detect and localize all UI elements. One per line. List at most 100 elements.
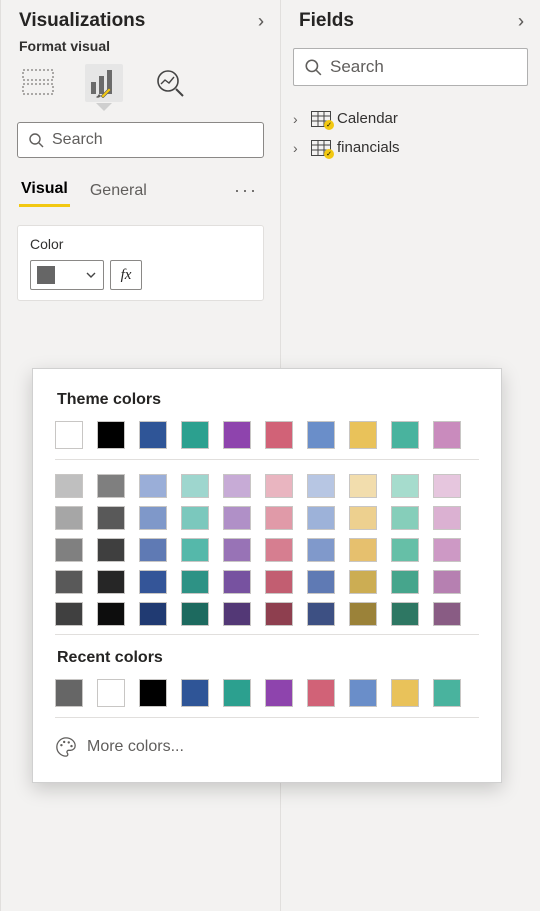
color-swatch[interactable]	[223, 602, 251, 626]
color-swatch[interactable]	[97, 679, 125, 707]
color-swatch[interactable]	[307, 679, 335, 707]
tab-overflow-button[interactable]: ···	[234, 180, 262, 201]
build-visual-tab-icon[interactable]	[19, 64, 57, 102]
color-swatch[interactable]	[433, 679, 461, 707]
more-colors-label: More colors...	[87, 738, 184, 756]
tab-visual[interactable]: Visual	[19, 174, 70, 207]
color-swatch[interactable]	[265, 421, 293, 449]
color-swatch[interactable]	[55, 474, 83, 498]
color-swatch[interactable]	[433, 421, 461, 449]
table-icon: ✓	[311, 140, 331, 156]
color-label: Color	[30, 236, 251, 260]
theme-colors-heading: Theme colors	[57, 391, 477, 409]
color-swatch[interactable]	[265, 538, 293, 562]
color-swatch[interactable]	[307, 421, 335, 449]
color-swatch[interactable]	[265, 679, 293, 707]
color-swatch[interactable]	[223, 570, 251, 594]
format-visual-tab-icon[interactable]	[85, 64, 123, 102]
color-swatch[interactable]	[55, 602, 83, 626]
color-swatch[interactable]	[97, 506, 125, 530]
color-swatch[interactable]	[97, 474, 125, 498]
color-swatch[interactable]	[223, 474, 251, 498]
fx-button[interactable]: fx	[110, 260, 142, 290]
color-swatch[interactable]	[391, 602, 419, 626]
color-swatch[interactable]	[223, 538, 251, 562]
color-swatch[interactable]	[349, 538, 377, 562]
color-swatch[interactable]	[349, 570, 377, 594]
color-picker-popout: Theme colors Recent colors More colors..…	[32, 368, 502, 783]
tab-general[interactable]: General	[88, 176, 149, 206]
color-swatch[interactable]	[181, 506, 209, 530]
color-swatch[interactable]	[139, 602, 167, 626]
color-swatch[interactable]	[307, 570, 335, 594]
color-swatch[interactable]	[433, 506, 461, 530]
color-swatch[interactable]	[139, 570, 167, 594]
analytics-tab-icon[interactable]	[151, 64, 189, 102]
color-swatch[interactable]	[181, 602, 209, 626]
color-swatch[interactable]	[391, 538, 419, 562]
collapse-viz-pane-button[interactable]: ››	[258, 11, 264, 32]
paint-chart-icon	[89, 68, 119, 98]
color-swatch[interactable]	[97, 602, 125, 626]
chevron-down-icon	[85, 269, 97, 281]
color-swatch[interactable]	[349, 474, 377, 498]
color-swatch[interactable]	[265, 474, 293, 498]
format-visual-subhead: Format visual	[1, 38, 280, 60]
color-swatch[interactable]	[55, 570, 83, 594]
color-swatch[interactable]	[349, 506, 377, 530]
color-swatch[interactable]	[55, 538, 83, 562]
color-swatch[interactable]	[181, 538, 209, 562]
divider	[55, 459, 479, 460]
color-swatch[interactable]	[433, 602, 461, 626]
color-swatch[interactable]	[433, 474, 461, 498]
color-swatch[interactable]	[181, 570, 209, 594]
color-swatch[interactable]	[307, 474, 335, 498]
color-swatch[interactable]	[391, 421, 419, 449]
fields-search-placeholder: Search	[330, 57, 384, 77]
color-swatch[interactable]	[433, 570, 461, 594]
color-swatch[interactable]	[265, 570, 293, 594]
color-swatch[interactable]	[139, 538, 167, 562]
color-swatch[interactable]	[139, 421, 167, 449]
color-swatch[interactable]	[265, 602, 293, 626]
field-table-item[interactable]: ›✓financials	[289, 133, 532, 162]
color-swatch[interactable]	[349, 679, 377, 707]
color-swatch[interactable]	[181, 679, 209, 707]
color-swatch[interactable]	[55, 506, 83, 530]
collapse-fields-pane-button[interactable]: ››	[518, 11, 524, 32]
color-swatch[interactable]	[391, 679, 419, 707]
color-swatch[interactable]	[223, 679, 251, 707]
field-table-item[interactable]: ›✓Calendar	[289, 104, 532, 133]
color-swatch[interactable]	[181, 474, 209, 498]
color-swatch[interactable]	[181, 421, 209, 449]
color-swatch[interactable]	[55, 679, 83, 707]
color-card: Color fx	[17, 225, 264, 301]
color-swatch[interactable]	[307, 506, 335, 530]
more-colors-button[interactable]: More colors...	[55, 732, 479, 760]
color-swatch[interactable]	[307, 538, 335, 562]
color-swatch[interactable]	[97, 538, 125, 562]
color-swatch[interactable]	[223, 506, 251, 530]
fields-search-input[interactable]: Search	[293, 48, 528, 86]
color-swatch[interactable]	[97, 570, 125, 594]
format-search-input[interactable]: Search	[17, 122, 264, 158]
color-swatch[interactable]	[139, 506, 167, 530]
search-icon	[28, 132, 44, 148]
color-swatch[interactable]	[391, 570, 419, 594]
color-swatch[interactable]	[139, 679, 167, 707]
color-swatch[interactable]	[97, 421, 125, 449]
color-swatch[interactable]	[391, 506, 419, 530]
field-table-name: Calendar	[337, 110, 398, 127]
color-swatch[interactable]	[223, 421, 251, 449]
color-swatch[interactable]	[307, 602, 335, 626]
color-swatch[interactable]	[139, 474, 167, 498]
color-swatch[interactable]	[391, 474, 419, 498]
color-swatch[interactable]	[265, 506, 293, 530]
divider	[55, 634, 479, 635]
color-swatch[interactable]	[433, 538, 461, 562]
color-swatch[interactable]	[55, 421, 83, 449]
color-dropdown[interactable]	[30, 260, 104, 290]
table-grid-icon	[22, 69, 54, 97]
color-swatch[interactable]	[349, 602, 377, 626]
color-swatch[interactable]	[349, 421, 377, 449]
